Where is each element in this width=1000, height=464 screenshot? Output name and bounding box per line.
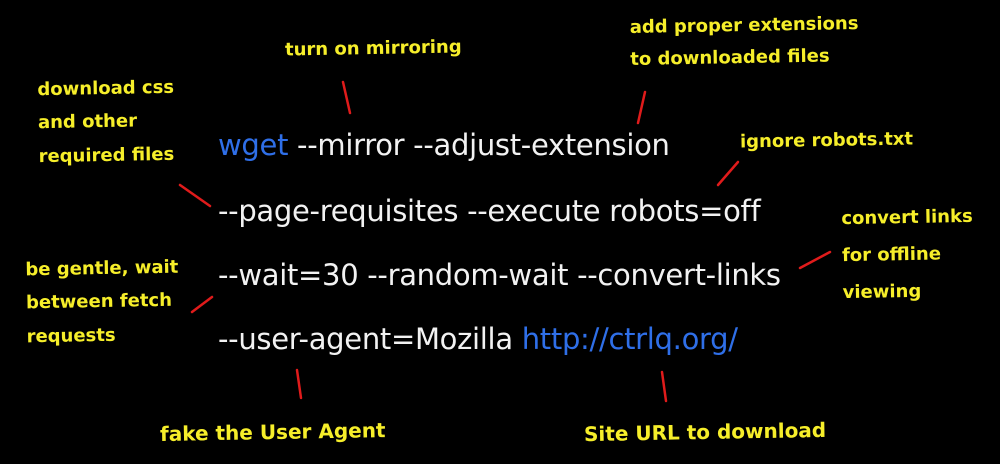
annotated-command-figure: wget --mirror --adjust-extension --page-… — [0, 0, 1000, 464]
pointer-lines — [178, 80, 832, 403]
pointer-user-agent — [295, 368, 303, 400]
pointer-gentle — [190, 295, 214, 314]
pointer-mirroring — [341, 80, 352, 115]
pointer-site-url — [660, 370, 668, 403]
pointer-convert-links — [798, 250, 832, 270]
pointer-robots — [716, 160, 740, 187]
pointer-css — [178, 183, 212, 208]
pointer-extensions — [636, 90, 647, 125]
